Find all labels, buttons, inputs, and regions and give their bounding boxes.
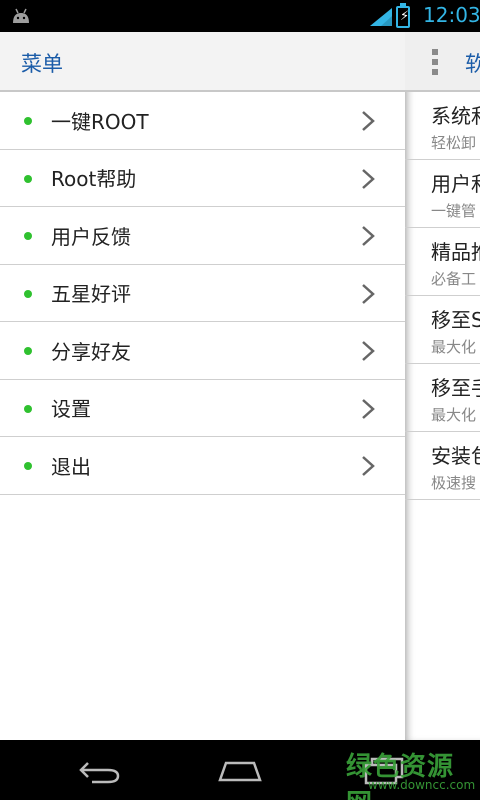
navigation-bar: 绿色资源网 www.downcc.com (0, 740, 480, 800)
panel-list-item[interactable]: 用户和 一键管 (405, 160, 480, 228)
menu-item-label: 五星好评 (51, 282, 131, 307)
panel-list-item[interactable]: 移至手 最大化 (405, 364, 480, 432)
menu-item-label: 用户反馈 (51, 224, 131, 249)
signal-icon (370, 8, 392, 26)
overflow-menu-icon[interactable] (432, 49, 440, 77)
bullet-dot-icon (24, 232, 32, 240)
menu-item-rate[interactable]: 五星好评 (0, 265, 405, 322)
chevron-right-icon (362, 341, 375, 361)
back-icon[interactable] (78, 758, 122, 784)
battery-charging-icon: ⚡ (396, 3, 410, 28)
chevron-right-icon (362, 398, 375, 419)
menu-item-label: 一键ROOT (51, 109, 149, 134)
menu-item-one-key-root[interactable]: 一键ROOT (0, 92, 405, 150)
panel-item-subtitle: 轻松卸 (431, 134, 477, 152)
panel-list-item[interactable]: 精品推 必备工 (405, 228, 480, 296)
bullet-dot-icon (24, 289, 32, 298)
panel-item-subtitle: 一键管 (431, 202, 477, 220)
menu-item-label: 退出 (51, 454, 91, 479)
chevron-right-icon (362, 111, 375, 131)
bullet-dot-icon (24, 174, 32, 183)
panel-item-subtitle: 最大化 (431, 406, 477, 424)
chevron-right-icon (362, 283, 375, 304)
android-debug-icon (13, 8, 29, 23)
menu-item-share[interactable]: 分享好友 (0, 322, 405, 380)
panel-item-title: 安装包 (431, 444, 480, 468)
panel-item-title: 用户和 (431, 172, 480, 196)
chevron-right-icon (362, 456, 375, 476)
menu-item-settings[interactable]: 设置 (0, 380, 405, 437)
panel-title: 软 (465, 52, 480, 76)
home-icon[interactable] (216, 760, 264, 782)
bullet-dot-icon (24, 404, 32, 413)
panel-item-subtitle: 极速搜 (431, 474, 477, 492)
panel-item-subtitle: 最大化 (431, 338, 477, 356)
panel-list-item[interactable]: 移至S 最大化 (405, 296, 480, 364)
drawer-header: 菜单 (0, 32, 405, 92)
panel-list-item[interactable]: 安装包 极速搜 (405, 432, 480, 500)
panel-header: 软 (405, 32, 480, 92)
charging-bolt: ⚡ (400, 9, 410, 24)
menu-item-exit[interactable]: 退出 (0, 437, 405, 495)
chevron-right-icon (362, 226, 375, 246)
panel-item-title: 移至S (431, 308, 480, 332)
bullet-dot-icon (24, 347, 32, 355)
content-panel: 软 系统和 轻松卸 用户和 一键管 精品推 必备工 移至S 最大化 移至手 最大… (405, 32, 480, 740)
menu-item-root-help[interactable]: Root帮助 (0, 150, 405, 207)
drawer-title: 菜单 (21, 52, 63, 76)
navigation-drawer: 菜单 一键ROOT Root帮助 用户反馈 五星好评 分享好友 设置 退出 (0, 32, 405, 740)
panel-item-title: 移至手 (431, 376, 480, 400)
bullet-dot-icon (24, 462, 32, 470)
status-time: 12:03 (423, 3, 480, 27)
status-bar: ⚡ 12:03 (0, 0, 480, 32)
panel-item-title: 精品推 (431, 240, 480, 264)
menu-item-label: Root帮助 (51, 167, 137, 192)
panel-item-title: 系统和 (431, 104, 480, 128)
menu-item-label: 设置 (51, 397, 91, 422)
panel-item-subtitle: 必备工 (431, 270, 477, 288)
panel-list-item[interactable]: 系统和 轻松卸 (405, 92, 480, 160)
bullet-dot-icon (24, 117, 32, 125)
chevron-right-icon (362, 168, 375, 189)
menu-item-feedback[interactable]: 用户反馈 (0, 207, 405, 265)
watermark-url: www.downcc.com (368, 778, 476, 792)
menu-item-label: 分享好友 (51, 339, 131, 364)
